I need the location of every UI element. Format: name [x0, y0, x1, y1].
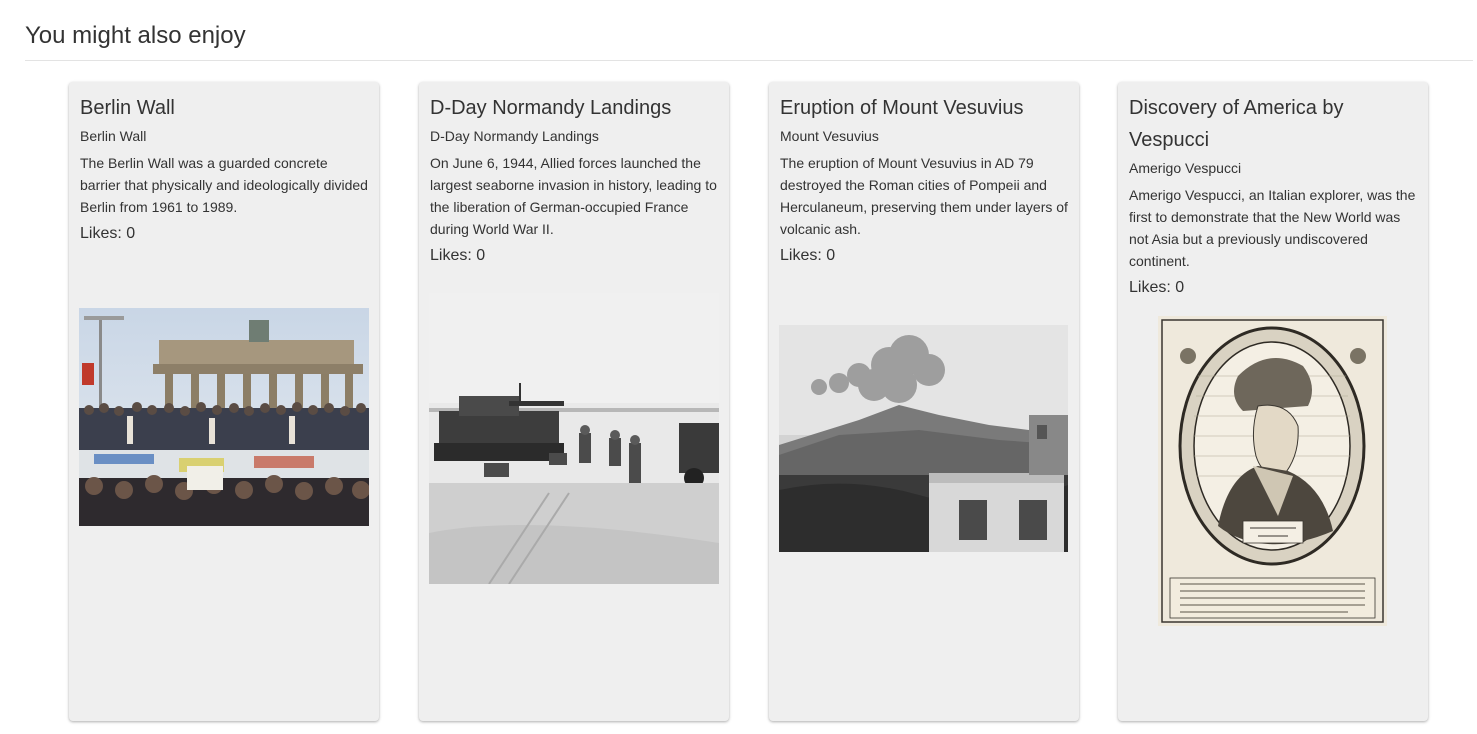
section-divider — [25, 60, 1473, 61]
event-card-berlin-wall[interactable]: Berlin Wall Berlin Wall The Berlin Wall … — [69, 82, 379, 721]
event-card-d-day[interactable]: D-Day Normandy Landings D-Day Normandy L… — [419, 82, 729, 721]
card-subtitle: D-Day Normandy Landings — [430, 128, 599, 144]
card-description: On June 6, 1944, Allied forces launched … — [430, 155, 717, 237]
card-subtitle: Mount Vesuvius — [780, 128, 879, 144]
normandy-landings-image[interactable] — [429, 293, 719, 584]
card-description: The Berlin Wall was a guarded concrete b… — [80, 155, 368, 215]
event-card-vespucci[interactable]: Discovery of America by Vespucci Amerigo… — [1118, 82, 1428, 721]
vesuvius-eruption-image[interactable] — [779, 325, 1068, 552]
card-title[interactable]: Berlin Wall — [80, 92, 368, 124]
berlin-wall-image[interactable] — [79, 308, 369, 526]
vespucci-portrait-image[interactable] — [1158, 316, 1387, 626]
card-subtitle: Berlin Wall — [80, 128, 147, 144]
card-description: Amerigo Vespucci, an Italian explorer, w… — [1129, 187, 1416, 269]
card-title[interactable]: Eruption of Mount Vesuvius — [780, 92, 1068, 124]
card-subtitle: Amerigo Vespucci — [1129, 160, 1242, 176]
section-title: You might also enjoy — [25, 22, 246, 49]
card-title[interactable]: D-Day Normandy Landings — [430, 92, 718, 124]
card-likes: Likes: 0 — [1129, 279, 1185, 296]
card-title[interactable]: Discovery of America by Vespucci — [1129, 92, 1417, 156]
event-card-vesuvius[interactable]: Eruption of Mount Vesuvius Mount Vesuviu… — [769, 82, 1079, 721]
card-likes: Likes: 0 — [430, 247, 486, 264]
card-description: The eruption of Mount Vesuvius in AD 79 … — [780, 155, 1068, 237]
card-likes: Likes: 0 — [80, 225, 136, 242]
card-likes: Likes: 0 — [780, 247, 836, 264]
recommendations-section: You might also enjoy Berlin Wall Berlin … — [0, 0, 1477, 734]
